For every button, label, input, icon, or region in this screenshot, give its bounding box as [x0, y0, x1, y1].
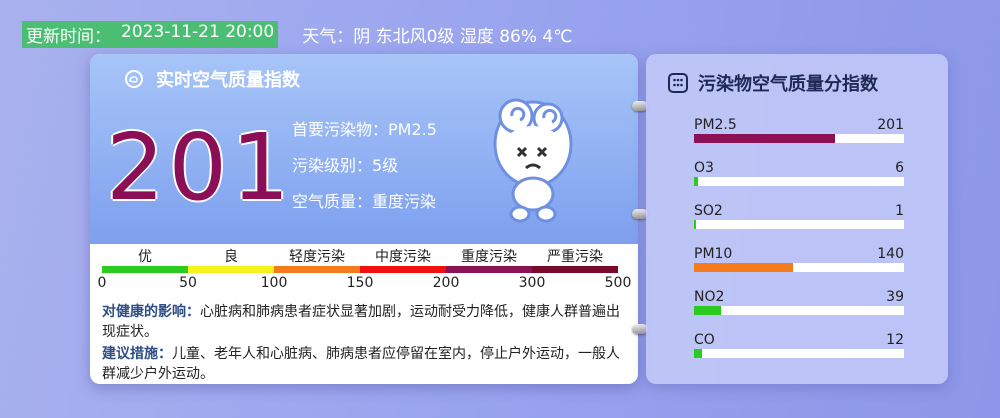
aqi-scale-tick: 300	[518, 275, 546, 291]
pollutant-row-header: NO2 39	[694, 288, 904, 306]
cloud-icon	[125, 70, 143, 88]
pollutant-row: PM10 140	[694, 245, 904, 272]
aqi-value: 201	[106, 114, 294, 221]
pollutant-bar-fill	[694, 263, 793, 272]
aqi-scale-tick: 200	[432, 275, 460, 291]
pollutant-card-title: 污染物空气质量分指数	[668, 70, 878, 96]
aqi-level-label: 优	[138, 249, 152, 265]
pollutant-value: 6	[895, 160, 904, 176]
pollutant-bar-fill	[694, 349, 703, 358]
aqi-level-segment	[188, 266, 274, 273]
aqi-level-segment	[360, 266, 446, 273]
cloud-mascot-icon	[493, 98, 573, 223]
aqi-card-title: 实时空气质量指数	[124, 66, 300, 92]
pollutant-bar-track	[694, 134, 904, 143]
pollutant-name: PM10	[694, 246, 733, 262]
pollutant-row-header: PM10 140	[694, 245, 904, 263]
aqi-scale: 优 良 轻度污染 中度污染 重度污染 严重污染 0 50 100 150 200 300 500	[98, 246, 632, 293]
pollutant-bar-track	[694, 263, 904, 272]
health-advice: 对健康的影响：心脏病和肺病患者症状显著加剧，运动耐受力降低，健康人群普遍出现症状…	[102, 302, 622, 384]
pollutant-name: SO2	[694, 203, 723, 219]
pollutant-value: 201	[877, 117, 904, 133]
aqi-scale-tick: 100	[260, 275, 288, 291]
aqi-scale-ticks: 0 50 100 150 200 300 500	[98, 273, 632, 293]
pollutant-bar-track	[694, 306, 904, 315]
pollution-level: 污染级别：5级	[292, 156, 399, 175]
pollutant-value: 140	[877, 246, 904, 262]
aqi-level-segment	[102, 266, 188, 273]
pollutant-name: CO	[694, 332, 715, 348]
pollutant-row: SO2 1	[694, 202, 904, 229]
pollutant-bar-track	[694, 220, 904, 229]
aqi-scale-tick: 500	[604, 275, 632, 291]
pollutant-row: NO2 39	[694, 288, 904, 315]
aqi-level-segment	[274, 266, 360, 273]
aqi-scale-tick: 50	[179, 275, 197, 291]
aqi-card-title-text: 实时空气质量指数	[156, 70, 300, 91]
status-bar: 更新时间： 2023-11-21 20:00 天气：阴 东北风0级 湿度 86%…	[22, 20, 573, 48]
aqi-level-segment	[532, 266, 618, 273]
aqi-scale-bar	[102, 266, 618, 273]
air-quality: 空气质量：重度污染	[292, 192, 437, 211]
pollutant-value: 12	[886, 332, 904, 348]
advice-label: 建议措施：	[102, 346, 172, 362]
pollutant-row: CO 12	[694, 331, 904, 358]
pollutant-bar-fill	[694, 134, 835, 143]
aqi-card-header: 实时空气质量指数 201 首要污染物：PM2.5 污染级别：5级 空气质量：重度…	[90, 54, 638, 244]
health-impact: 对健康的影响：心脏病和肺病患者症状显著加剧，运动耐受力降低，健康人群普遍出现症状…	[102, 302, 622, 342]
aqi-scale-tick: 0	[97, 275, 107, 291]
pollutant-row-header: CO 12	[694, 331, 904, 349]
grid-icon	[668, 73, 688, 93]
aqi-scale-tick: 150	[346, 275, 374, 291]
pollutant-bar-fill	[694, 306, 722, 315]
pollutant-row-header: SO2 1	[694, 202, 904, 220]
aqi-level-label: 严重污染	[547, 249, 603, 265]
aqi-level-segment	[446, 266, 532, 273]
aqi-details: 首要污染物：PM2.5 污染级别：5级 空气质量：重度污染	[292, 112, 437, 220]
pollutant-bar-fill	[694, 220, 697, 229]
advice: 建议措施：儿童、老年人和心脏病、肺病患者应停留在室内，停止户外运动，一般人群减少…	[102, 344, 622, 384]
advice-text: 儿童、老年人和心脏病、肺病患者应停留在室内，停止户外运动，一般人群减少户外运动。	[102, 346, 620, 382]
update-time-badge: 更新时间： 2023-11-21 20:00	[22, 20, 279, 48]
pollutant-row-header: O3 6	[694, 159, 904, 177]
update-label: 更新时间：	[26, 26, 111, 47]
aqi-scale-labels: 优 良 轻度污染 中度污染 重度污染 严重污染	[102, 246, 618, 266]
pollutant-name: PM2.5	[694, 117, 737, 133]
pollutant-bar-track	[694, 349, 904, 358]
update-time: 2023-11-21 20:00	[121, 21, 275, 42]
pollutant-row-header: PM2.5 201	[694, 116, 904, 134]
pollutant-card: 污染物空气质量分指数 PM2.5 201 O3 6 SO2 1 PM10 140 NO2 39 CO…	[646, 54, 948, 384]
primary-pollutant: 首要污染物：PM2.5	[292, 120, 437, 139]
pollutant-name: NO2	[694, 289, 725, 305]
pollutant-card-title-text: 污染物空气质量分指数	[698, 74, 878, 95]
aqi-level-label: 良	[224, 249, 238, 265]
health-impact-label: 对健康的影响：	[102, 304, 200, 320]
aqi-level-label: 轻度污染	[289, 249, 345, 265]
aqi-level-label: 中度污染	[375, 249, 431, 265]
pollutant-value: 1	[895, 203, 904, 219]
pollutant-row: O3 6	[694, 159, 904, 186]
pollutant-name: O3	[694, 160, 714, 176]
pollutant-value: 39	[886, 289, 904, 305]
pollutant-bar-track	[694, 177, 904, 186]
aqi-level-label: 重度污染	[461, 249, 517, 265]
weather-info: 天气：阴 东北风0级 湿度 86% 4℃	[302, 26, 573, 47]
pollutant-row: PM2.5 201	[694, 116, 904, 143]
aqi-card: 实时空气质量指数 201 首要污染物：PM2.5 污染级别：5级 空气质量：重度…	[90, 54, 638, 384]
pollutant-bar-fill	[694, 177, 699, 186]
